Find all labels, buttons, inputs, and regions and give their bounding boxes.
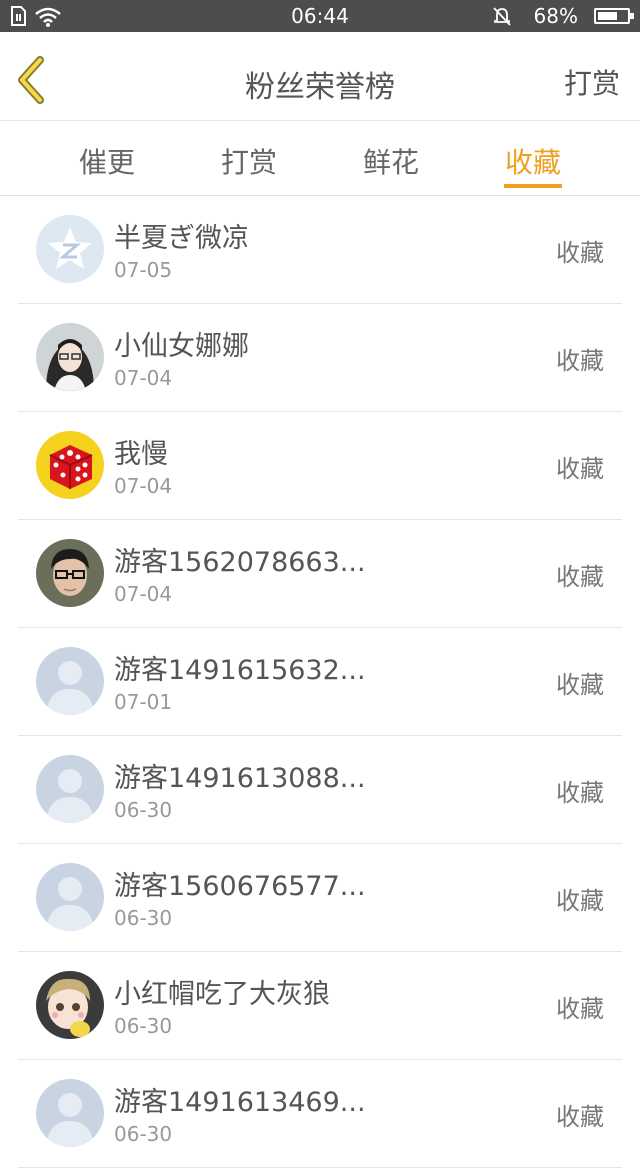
user-name: 我慢 (114, 439, 168, 470)
date: 07-04 (114, 474, 173, 498)
user-name: 游客1562078663... (114, 547, 366, 578)
tab-flowers[interactable]: 鲜花 (336, 141, 446, 181)
battery-percent: 68% (533, 4, 578, 28)
user-name: 游客1491615632... (114, 655, 366, 686)
tab-reward[interactable]: 打赏 (194, 141, 304, 181)
action-label: 收藏 (556, 671, 604, 699)
date: 06-30 (114, 798, 173, 822)
action-label: 收藏 (556, 347, 604, 375)
tab-collect[interactable]: 收藏 (478, 141, 588, 181)
user-name: 半夏ぎ微凉 (114, 223, 249, 254)
list-item[interactable]: 我慢 07-04 收藏 (18, 412, 622, 520)
action-label: 收藏 (556, 779, 604, 807)
date: 07-01 (114, 690, 173, 714)
default-user-avatar (36, 1079, 104, 1147)
date: 06-30 (114, 906, 173, 930)
user-name: 小红帽吃了大灰狼 (114, 979, 330, 1010)
battery-tip (630, 13, 634, 19)
default-user-avatar (36, 647, 104, 715)
list-item[interactable]: 小红帽吃了大灰狼 06-30 收藏 (18, 952, 622, 1060)
bell-off-icon (493, 7, 511, 26)
user-name: 游客1491613469... (114, 1087, 366, 1118)
header: 粉丝荣誉榜 打赏 (0, 32, 640, 121)
qq-star-avatar (36, 215, 104, 283)
user-name: 游客1560676577... (114, 871, 366, 902)
battery-fill (598, 12, 618, 20)
list-item[interactable]: 游客1491613088... 06-30 收藏 (18, 736, 622, 844)
list-item[interactable]: 游客1560676577... 06-30 收藏 (18, 844, 622, 952)
action-label: 收藏 (556, 1103, 604, 1131)
user-name: 小仙女娜娜 (114, 331, 249, 362)
list-item[interactable]: 游客1491613469... 06-30 收藏 (18, 1060, 622, 1168)
tab-bar: 催更 打赏 鲜花 收藏 (0, 121, 640, 196)
list-item[interactable]: 小仙女娜娜 07-04 收藏 (18, 304, 622, 412)
action-label: 收藏 (556, 455, 604, 483)
action-label: 收藏 (556, 239, 604, 267)
default-user-avatar (36, 863, 104, 931)
list-item[interactable]: 游客1562078663... 07-04 收藏 (18, 520, 622, 628)
anime-kid-avatar (36, 971, 104, 1039)
list-item[interactable]: 半夏ぎ微凉 07-05 收藏 (18, 196, 622, 304)
action-label: 收藏 (556, 563, 604, 591)
active-tab-indicator (504, 184, 562, 188)
header-reward-button[interactable]: 打赏 (564, 62, 620, 102)
date: 07-04 (114, 366, 173, 390)
status-bar: 06:44 68% (0, 0, 640, 32)
fan-list: 半夏ぎ微凉 07-05 收藏 小仙女娜娜 07-04 收藏 我慢 07-04 收… (18, 196, 622, 1168)
date: 06-30 (114, 1014, 173, 1038)
list-item[interactable]: 游客1491615632... 07-01 收藏 (18, 628, 622, 736)
action-label: 收藏 (556, 887, 604, 915)
photo-boy-glasses-avatar (36, 539, 104, 607)
red-dice-avatar (36, 431, 104, 499)
photo-girl-avatar (36, 323, 104, 391)
battery-icon (594, 8, 634, 24)
action-label: 收藏 (556, 995, 604, 1023)
status-right: 68% (430, 4, 634, 28)
date: 07-05 (114, 258, 173, 282)
tab-urge[interactable]: 催更 (52, 141, 162, 181)
page-title: 粉丝荣誉榜 (245, 70, 395, 105)
date: 06-30 (114, 1122, 173, 1146)
user-name: 游客1491613088... (114, 763, 366, 794)
date: 07-04 (114, 582, 173, 606)
default-user-avatar (36, 755, 104, 823)
